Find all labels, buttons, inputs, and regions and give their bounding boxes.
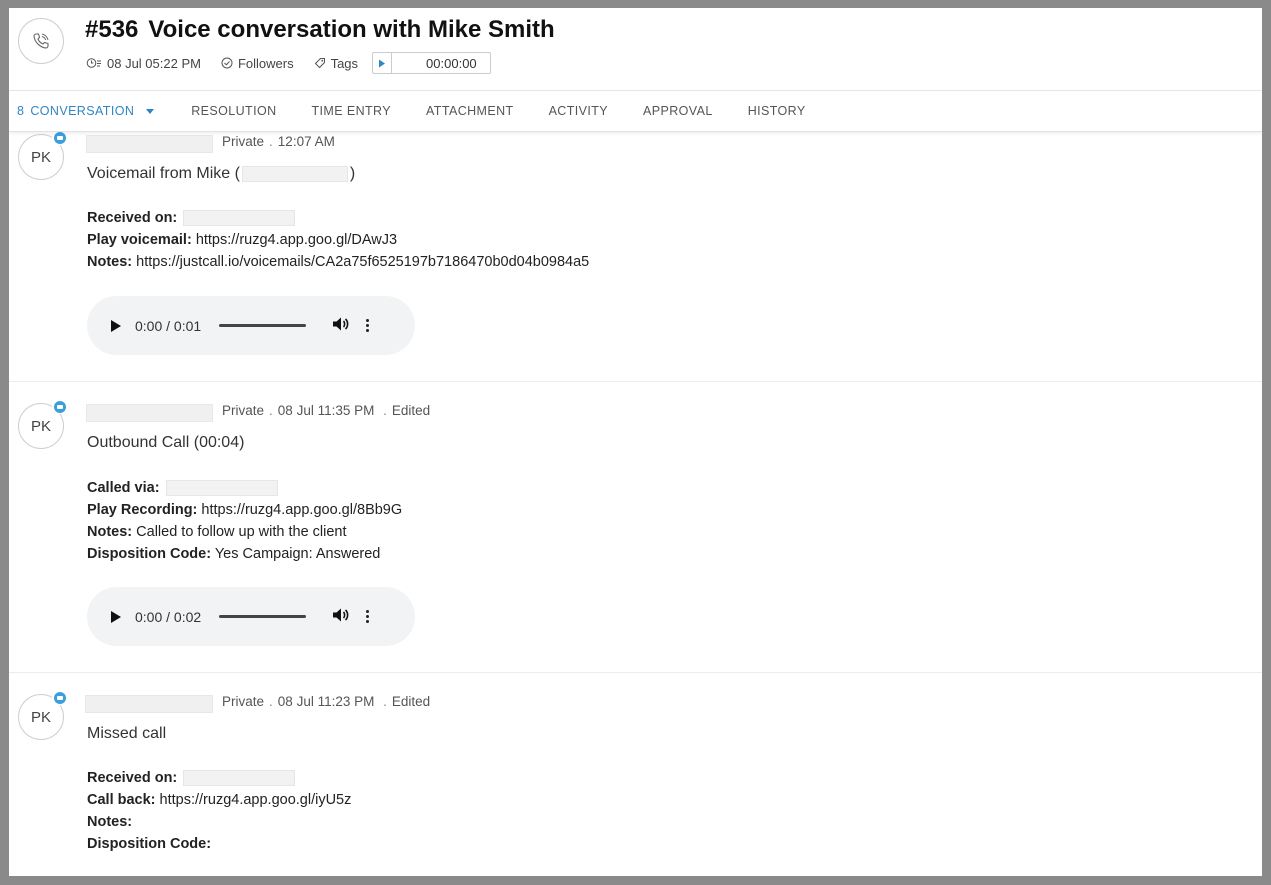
- divider: [9, 381, 1262, 382]
- tab-activity[interactable]: ACTIVITY: [549, 104, 608, 118]
- audio-time: 0:00 / 0:01: [135, 317, 202, 334]
- tab-history[interactable]: HISTORY: [748, 104, 806, 118]
- call-back-link[interactable]: https://ruzg4.app.goo.gl/iyU5z: [160, 792, 352, 808]
- private-note-icon: [52, 130, 67, 145]
- ticket-meta: 08 Jul 05:22 PM Followers Tags 00:00:00: [86, 52, 491, 74]
- clock-icon: [86, 58, 101, 68]
- value-redacted: [183, 210, 296, 227]
- entry-title: Voicemail from Mike (): [87, 165, 356, 182]
- tags-label: Tags: [330, 55, 359, 71]
- field-play-voicemail: Play voicemail: https://ruzg4.app.goo.gl…: [87, 232, 398, 248]
- play-icon[interactable]: [111, 610, 121, 623]
- play-icon: [379, 59, 386, 67]
- field-called-via: Called via:: [87, 477, 280, 499]
- private-note-icon: [52, 690, 67, 705]
- entry-title: Outbound Call (00:04): [87, 434, 245, 451]
- avatar: PK: [18, 130, 67, 180]
- visibility-label: Private: [222, 694, 265, 709]
- ticket-header: #536 Voice conversation with Mike Smith …: [9, 8, 1262, 90]
- audio-time: 0:00 / 0:02: [135, 608, 202, 625]
- visibility-label: Private: [222, 134, 265, 149]
- created-date-text: 08 Jul 05:22 PM: [107, 55, 201, 71]
- entry-time: 08 Jul 11:23 PM: [277, 694, 375, 709]
- field-notes: Notes: Called to follow up with the clie…: [87, 524, 347, 540]
- timer-play-button[interactable]: [373, 53, 393, 73]
- tab-resolution[interactable]: RESOLUTION: [191, 104, 276, 118]
- entry-meta: Private. 08 Jul 11:35 PM . Edited: [222, 403, 431, 418]
- entry-meta: Private. 12:07 AM: [222, 134, 335, 149]
- ticket-tabs: 8 CONVERSATION RESOLUTION TIME ENTRY ATT…: [9, 90, 1262, 132]
- entry-time: 08 Jul 11:35 PM: [277, 403, 375, 418]
- tab-label: CONVERSATION: [30, 104, 135, 118]
- entry-time: 12:07 AM: [277, 134, 335, 149]
- edited-label: Edited: [391, 403, 431, 418]
- field-call-back: Call back: https://ruzg4.app.goo.gl/iyU5…: [87, 792, 352, 808]
- tab-approval[interactable]: APPROVAL: [643, 104, 713, 118]
- timer-value: 00:00:00: [426, 55, 477, 71]
- private-note-icon: [52, 399, 67, 414]
- time-tracker: 00:00:00: [372, 52, 491, 74]
- check-circle-icon: [221, 57, 233, 69]
- edited-label: Edited: [391, 694, 431, 709]
- value-redacted: [183, 770, 296, 787]
- entry-title: Missed call: [87, 725, 167, 742]
- author-name-redacted: [86, 135, 213, 153]
- field-received-on: Received on:: [87, 207, 297, 229]
- audio-progress-bar[interactable]: [219, 615, 307, 618]
- play-icon[interactable]: [111, 319, 121, 332]
- more-options-icon[interactable]: [366, 610, 370, 623]
- phone-redacted: [241, 165, 348, 182]
- field-received-on: Received on:: [87, 767, 297, 789]
- audio-player: 0:00 / 0:01: [87, 296, 415, 355]
- visibility-label: Private: [222, 403, 265, 418]
- audio-player: 0:00 / 0:02: [87, 587, 415, 646]
- author-name-redacted: [85, 695, 213, 713]
- avatar-initials: PK: [30, 148, 51, 166]
- field-play-recording: Play Recording: https://ruzg4.app.goo.gl…: [87, 502, 403, 518]
- created-date: 08 Jul 05:22 PM: [86, 56, 201, 71]
- field-notes: Notes:: [87, 814, 133, 830]
- entry-meta: Private. 08 Jul 11:23 PM . Edited: [222, 694, 431, 709]
- field-disposition-code: Disposition Code:: [87, 836, 212, 852]
- avatar: PK: [18, 399, 67, 449]
- voicemail-link[interactable]: https://ruzg4.app.goo.gl/DAwJ3: [196, 232, 397, 248]
- author-name-redacted: [86, 404, 213, 422]
- more-options-icon[interactable]: [366, 319, 370, 332]
- conversation-count: 8: [17, 104, 25, 118]
- ticket-page: #536 Voice conversation with Mike Smith …: [9, 8, 1262, 876]
- ticket-id: #536: [85, 16, 139, 43]
- audio-progress-bar[interactable]: [219, 324, 307, 327]
- avatar-initials: PK: [30, 708, 51, 726]
- avatar: PK: [18, 690, 67, 740]
- chevron-down-icon[interactable]: [146, 108, 155, 114]
- field-notes: Notes: https://justcall.io/voicemails/CA…: [87, 254, 590, 270]
- field-disposition-code: Disposition Code: Yes Campaign: Answered: [87, 546, 381, 562]
- phone-call-icon: [18, 18, 64, 64]
- followers-button[interactable]: Followers: [221, 56, 294, 71]
- tags-button[interactable]: Tags: [314, 56, 358, 71]
- volume-icon[interactable]: [332, 607, 350, 626]
- avatar-initials: PK: [30, 417, 51, 435]
- tab-time-entry[interactable]: TIME ENTRY: [312, 104, 391, 118]
- tab-conversation[interactable]: 8 CONVERSATION: [17, 104, 155, 118]
- recording-link[interactable]: https://ruzg4.app.goo.gl/8Bb9G: [201, 502, 402, 518]
- page-title: Voice conversation with Mike Smith: [148, 16, 555, 43]
- divider: [9, 672, 1262, 673]
- tag-icon: [314, 58, 325, 69]
- tab-attachment[interactable]: ATTACHMENT: [426, 104, 514, 118]
- notes-link[interactable]: https://justcall.io/voicemails/CA2a75f65…: [136, 254, 589, 270]
- volume-icon[interactable]: [332, 316, 350, 335]
- followers-label: Followers: [237, 55, 294, 71]
- value-redacted: [165, 480, 278, 497]
